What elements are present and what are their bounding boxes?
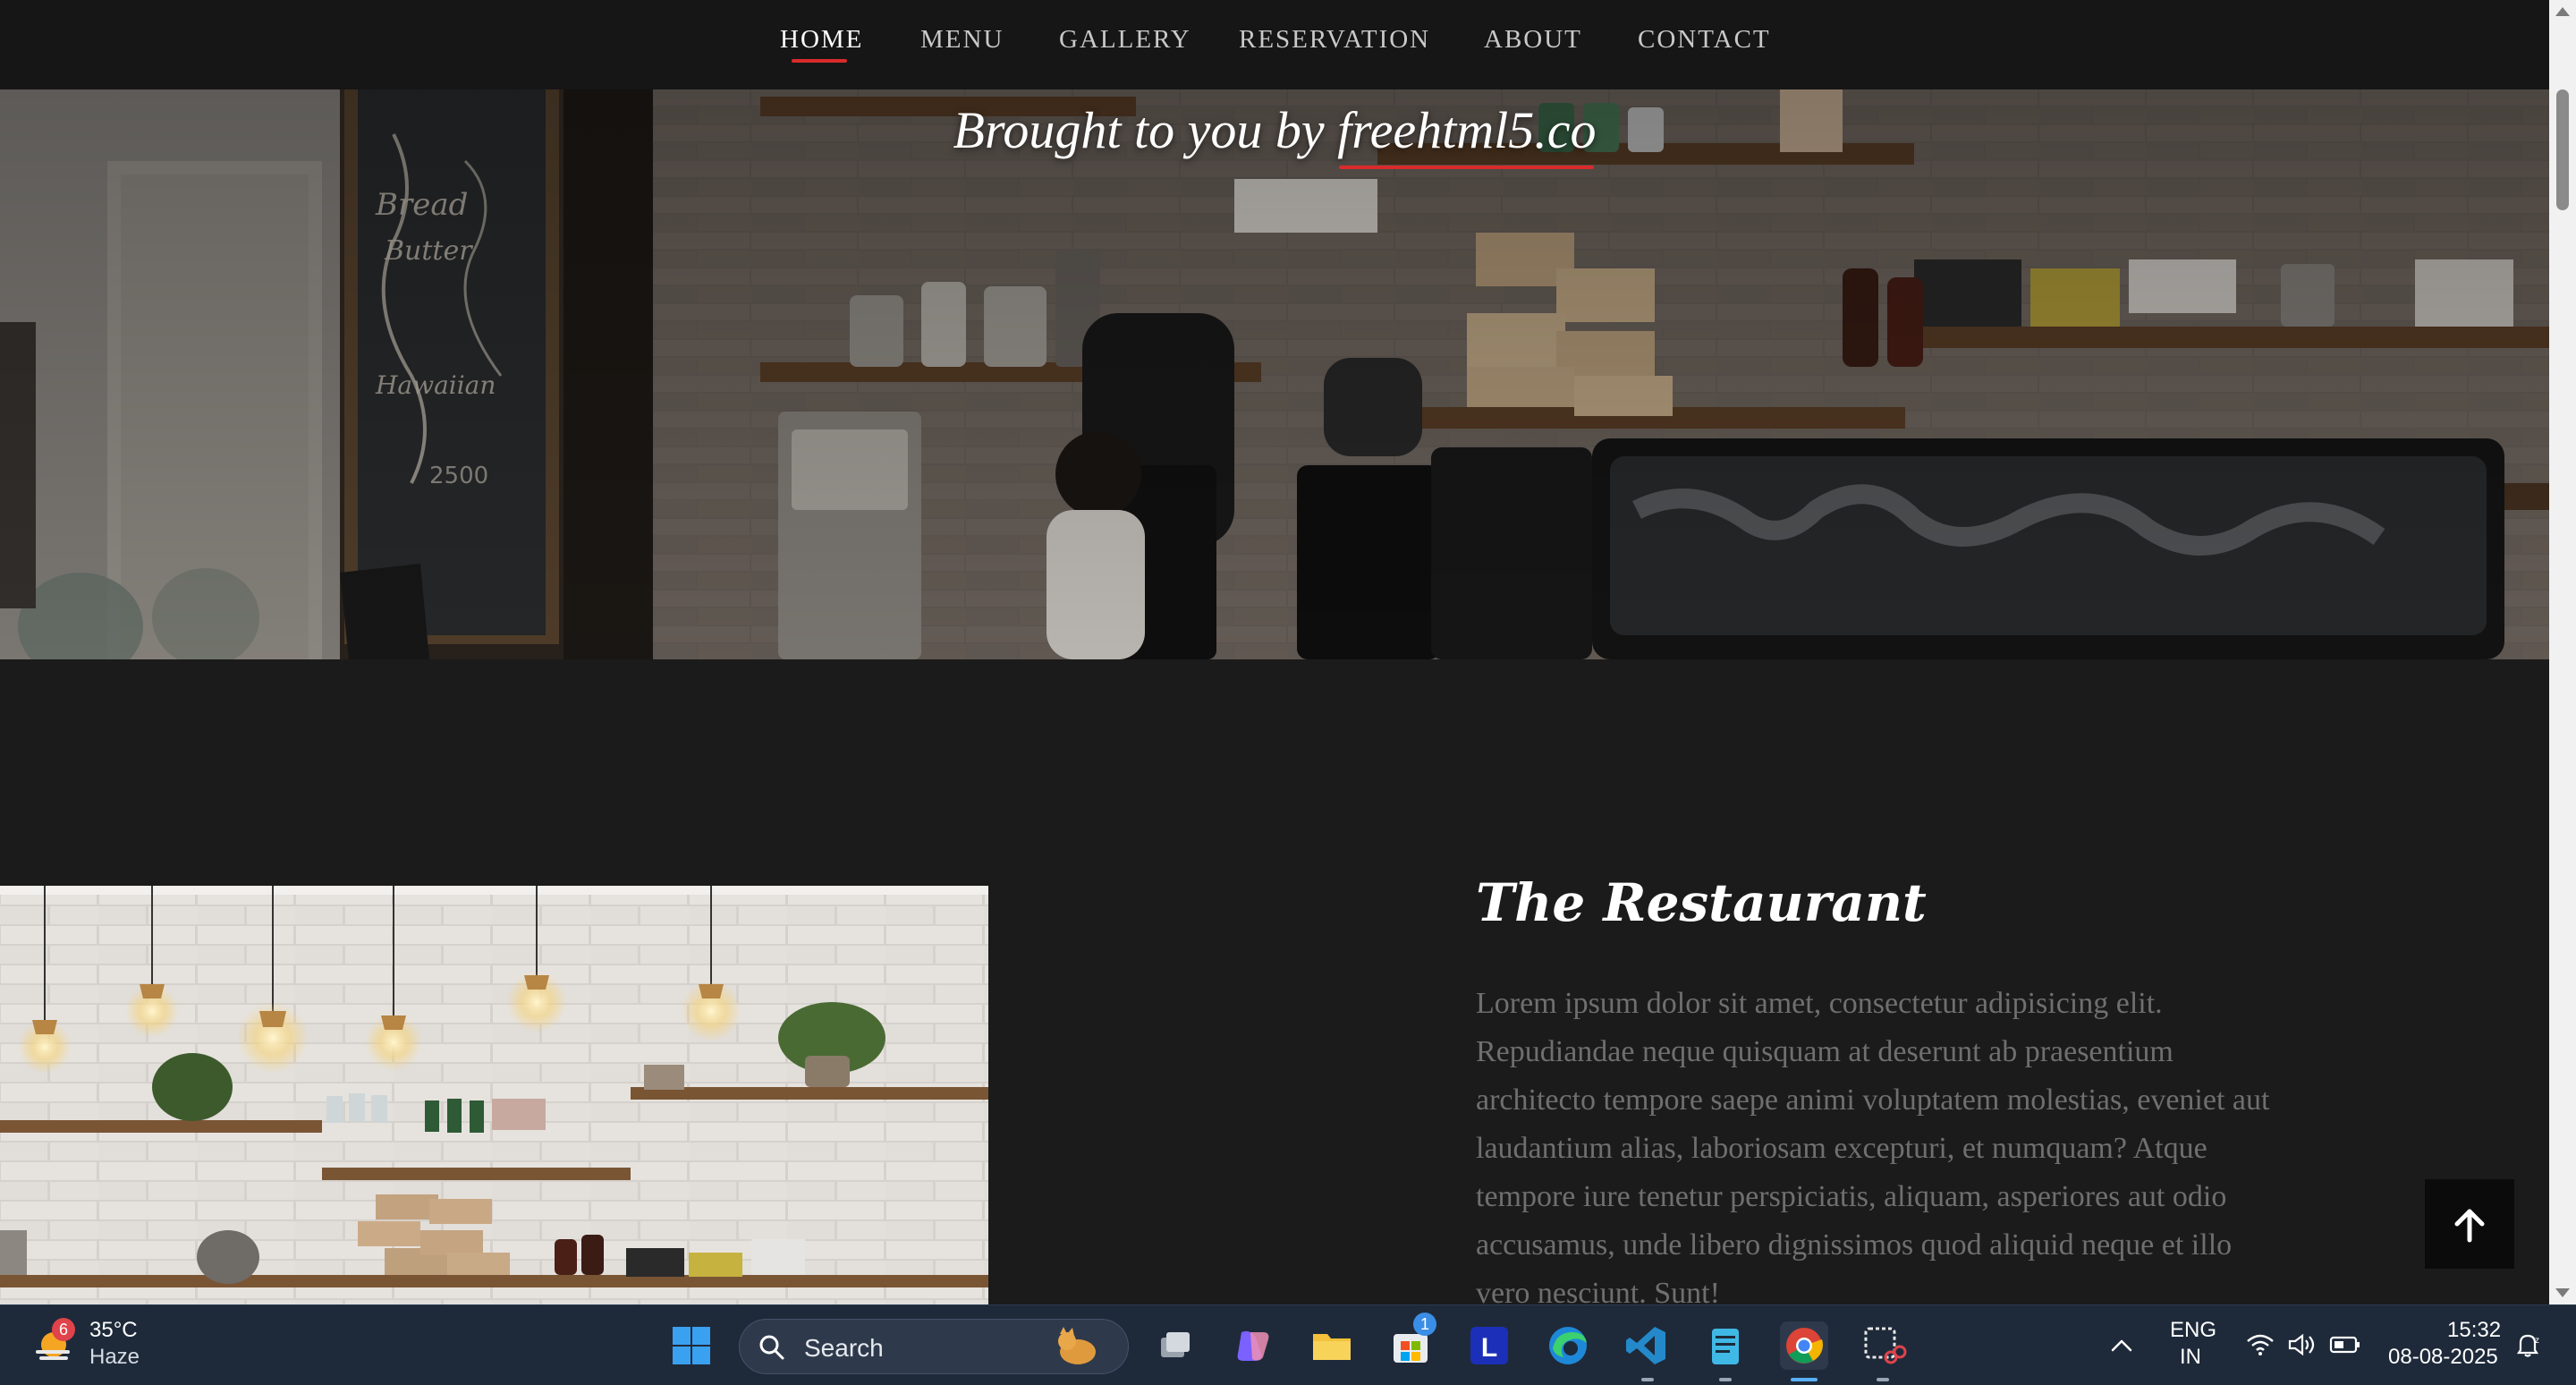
- battery-icon[interactable]: [2329, 1334, 2361, 1355]
- snipping-tool-icon: [1864, 1327, 1907, 1364]
- browser-viewport: Bread Butter Hawaiian 2500: [0, 0, 2549, 1304]
- vscode-icon: [1626, 1327, 1665, 1364]
- windows-logo-icon: [673, 1327, 710, 1364]
- search-placeholder: Search: [804, 1334, 884, 1362]
- task-view-button[interactable]: [1150, 1321, 1199, 1370]
- vscode-running-indicator: [1641, 1378, 1654, 1381]
- hero-image: Bread Butter Hawaiian 2500: [0, 89, 2549, 659]
- notepad-button[interactable]: [1701, 1321, 1750, 1370]
- restaurant-description: Lorem ipsum dolor sit amet, consectetur …: [1476, 987, 2270, 1304]
- taskbar-clock-time[interactable]: 15:32: [2447, 1318, 2501, 1343]
- page-scrollbar[interactable]: [2549, 0, 2576, 1304]
- weather-badge: 6: [52, 1318, 75, 1341]
- taskbar-clock-date: 08-08-2025: [2388, 1345, 2498, 1369]
- taskbar-search-box[interactable]: Search: [739, 1319, 1129, 1374]
- search-icon: [759, 1335, 784, 1360]
- scrollbar-thumb[interactable]: [2556, 89, 2569, 210]
- start-button[interactable]: [667, 1321, 716, 1370]
- file-explorer-icon: [1313, 1334, 1351, 1360]
- scroll-down-arrow-icon[interactable]: [2555, 1288, 2570, 1297]
- copilot-icon: [1237, 1330, 1269, 1361]
- nav-menu[interactable]: MENU: [920, 25, 1004, 55]
- notepad-icon: [1712, 1329, 1739, 1364]
- chrome-button[interactable]: [1780, 1321, 1828, 1370]
- search-highlight-cat-icon: [1058, 1327, 1096, 1364]
- language-indicator-line2: IN: [2180, 1345, 2201, 1369]
- svg-text:L: L: [1481, 1333, 1497, 1363]
- microsoft-store-button[interactable]: 1: [1386, 1313, 1436, 1370]
- nav-home[interactable]: HOME: [780, 25, 863, 55]
- edge-button[interactable]: [1544, 1321, 1592, 1370]
- hero-subtitle: Brought to you by freehtml5.co: [0, 100, 2549, 169]
- back-to-top-button[interactable]: [2425, 1179, 2514, 1269]
- cafe-shelves-photo: [0, 886, 988, 1304]
- vscode-button[interactable]: [1623, 1321, 1671, 1370]
- wifi-icon[interactable]: [2245, 1332, 2275, 1357]
- nav-reservation[interactable]: RESERVATION: [1239, 25, 1430, 55]
- cafe-counter-photo: Bread Butter Hawaiian 2500: [0, 89, 2549, 659]
- show-hidden-icons-chevron-icon[interactable]: [2109, 1334, 2134, 1355]
- restaurant-title: The Restaurant: [1476, 872, 1927, 933]
- hero-subtitle-prefix: Brought to you by: [953, 101, 1338, 159]
- chrome-active-indicator: [1791, 1378, 1818, 1381]
- top-navigation: HOME MENU GALLERY RESERVATION ABOUT CONT…: [0, 0, 2549, 89]
- weather-widget[interactable]: 6: [30, 1318, 75, 1368]
- language-indicator-line1[interactable]: ENG: [2170, 1318, 2216, 1343]
- chrome-icon: [1786, 1328, 1823, 1364]
- windows-taskbar: 6 35°C Haze Search 1 L ENG IN 15:32 08-0…: [0, 1304, 2576, 1385]
- volume-icon[interactable]: [2286, 1332, 2317, 1357]
- l-app-icon: L: [1470, 1327, 1508, 1364]
- nav-contact[interactable]: CONTACT: [1638, 25, 1771, 55]
- copilot-button[interactable]: [1229, 1321, 1277, 1370]
- scroll-up-arrow-icon[interactable]: [2555, 7, 2570, 16]
- weather-condition: Haze: [89, 1345, 140, 1369]
- snipping-tool-button[interactable]: [1859, 1321, 1907, 1370]
- snipping-running-indicator: [1877, 1378, 1889, 1381]
- restaurant-image: [0, 886, 988, 1304]
- weather-temp: 35°C: [89, 1318, 138, 1342]
- svg-text:z: z: [2535, 1336, 2539, 1346]
- store-badge: 1: [1413, 1313, 1436, 1336]
- nav-about[interactable]: ABOUT: [1484, 25, 1582, 55]
- freehtml5-link[interactable]: freehtml5.co: [1337, 100, 1596, 169]
- file-explorer-button[interactable]: [1308, 1321, 1356, 1370]
- arrow-up-icon: [2454, 1209, 2485, 1243]
- notification-bell-icon[interactable]: z: [2513, 1330, 2542, 1359]
- l-app-button[interactable]: L: [1465, 1321, 1513, 1370]
- edge-icon: [1549, 1327, 1587, 1364]
- notepad-running-indicator: [1719, 1378, 1732, 1381]
- nav-active-underline: [792, 59, 847, 63]
- nav-gallery[interactable]: GALLERY: [1059, 25, 1191, 55]
- task-view-icon: [1161, 1332, 1190, 1357]
